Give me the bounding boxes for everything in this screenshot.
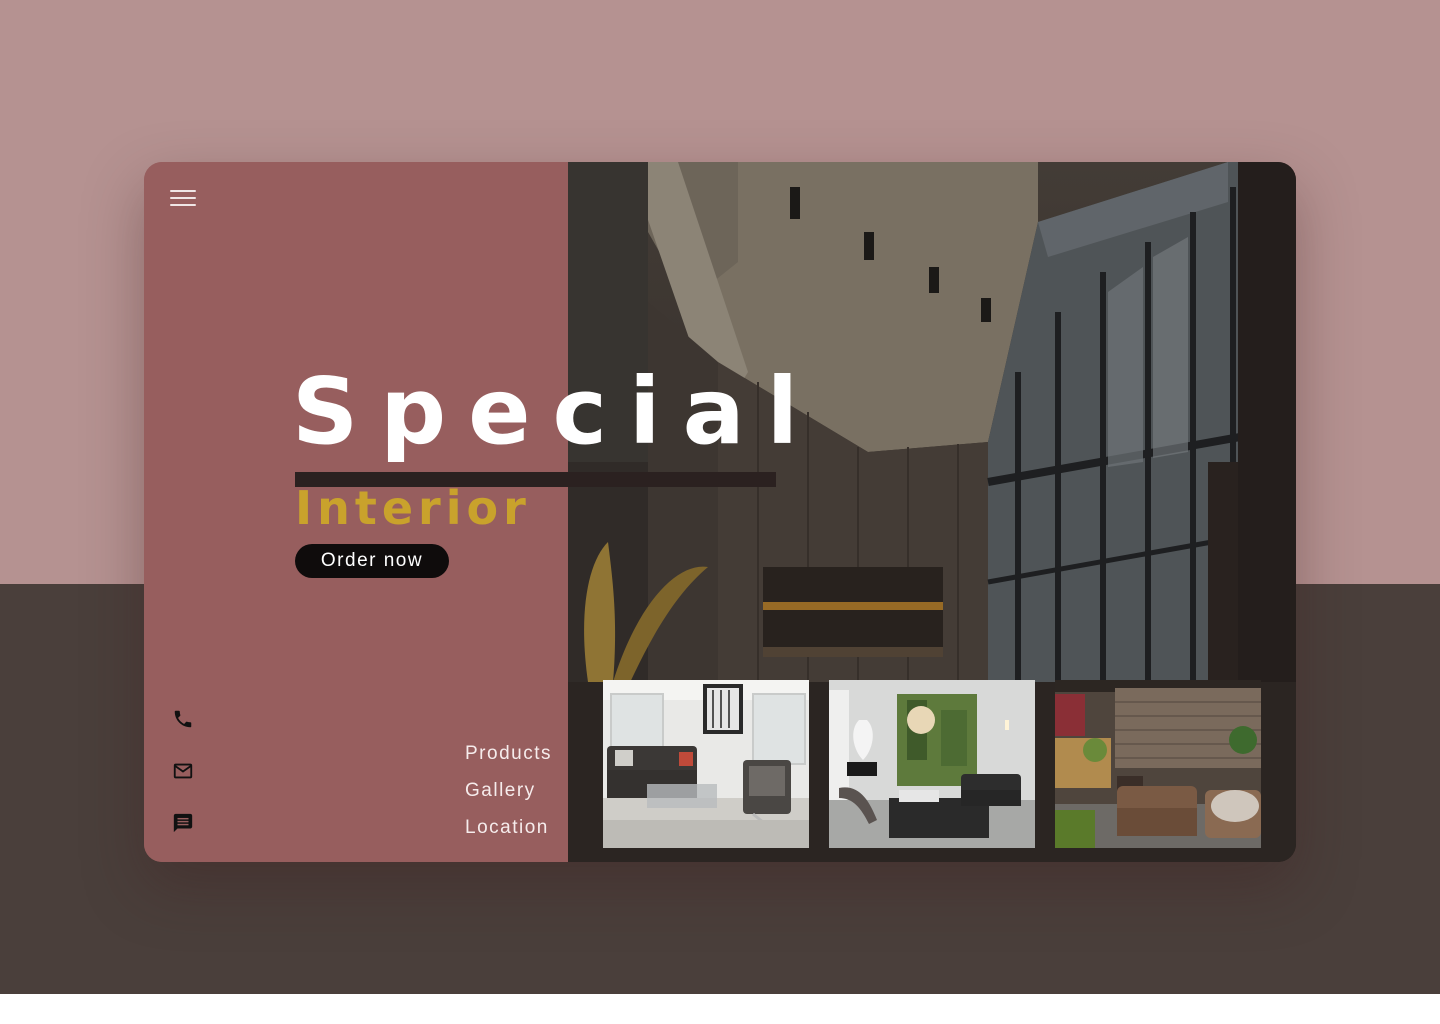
nav-link-products[interactable]: Products [465, 743, 552, 765]
mail-icon[interactable] [172, 760, 194, 782]
menu-icon-line [170, 197, 196, 199]
nav-link-location[interactable]: Location [465, 817, 549, 839]
nav-link-gallery[interactable]: Gallery [465, 780, 536, 802]
cafe-lounge-photo [1055, 680, 1261, 848]
hero-card: Special Interior Order now Products Gall… [144, 162, 1296, 862]
gallery-thumbnail-cafe-lounge[interactable] [1055, 680, 1261, 848]
order-now-button[interactable]: Order now [295, 544, 449, 578]
gallery-thumbnail-living-room[interactable] [603, 680, 809, 848]
menu-icon[interactable] [170, 190, 196, 210]
chat-icon[interactable] [172, 812, 194, 834]
menu-icon-line [170, 204, 196, 206]
hero-subtitle: Interior [295, 481, 531, 535]
menu-icon-line [170, 190, 196, 192]
hero-title: Special [292, 358, 821, 465]
phone-icon[interactable] [172, 708, 194, 730]
modern-lounge-photo [829, 680, 1035, 848]
living-room-photo [603, 680, 809, 848]
page-background-strip [0, 994, 1440, 1024]
gallery-thumbnail-modern-lounge[interactable] [829, 680, 1035, 848]
